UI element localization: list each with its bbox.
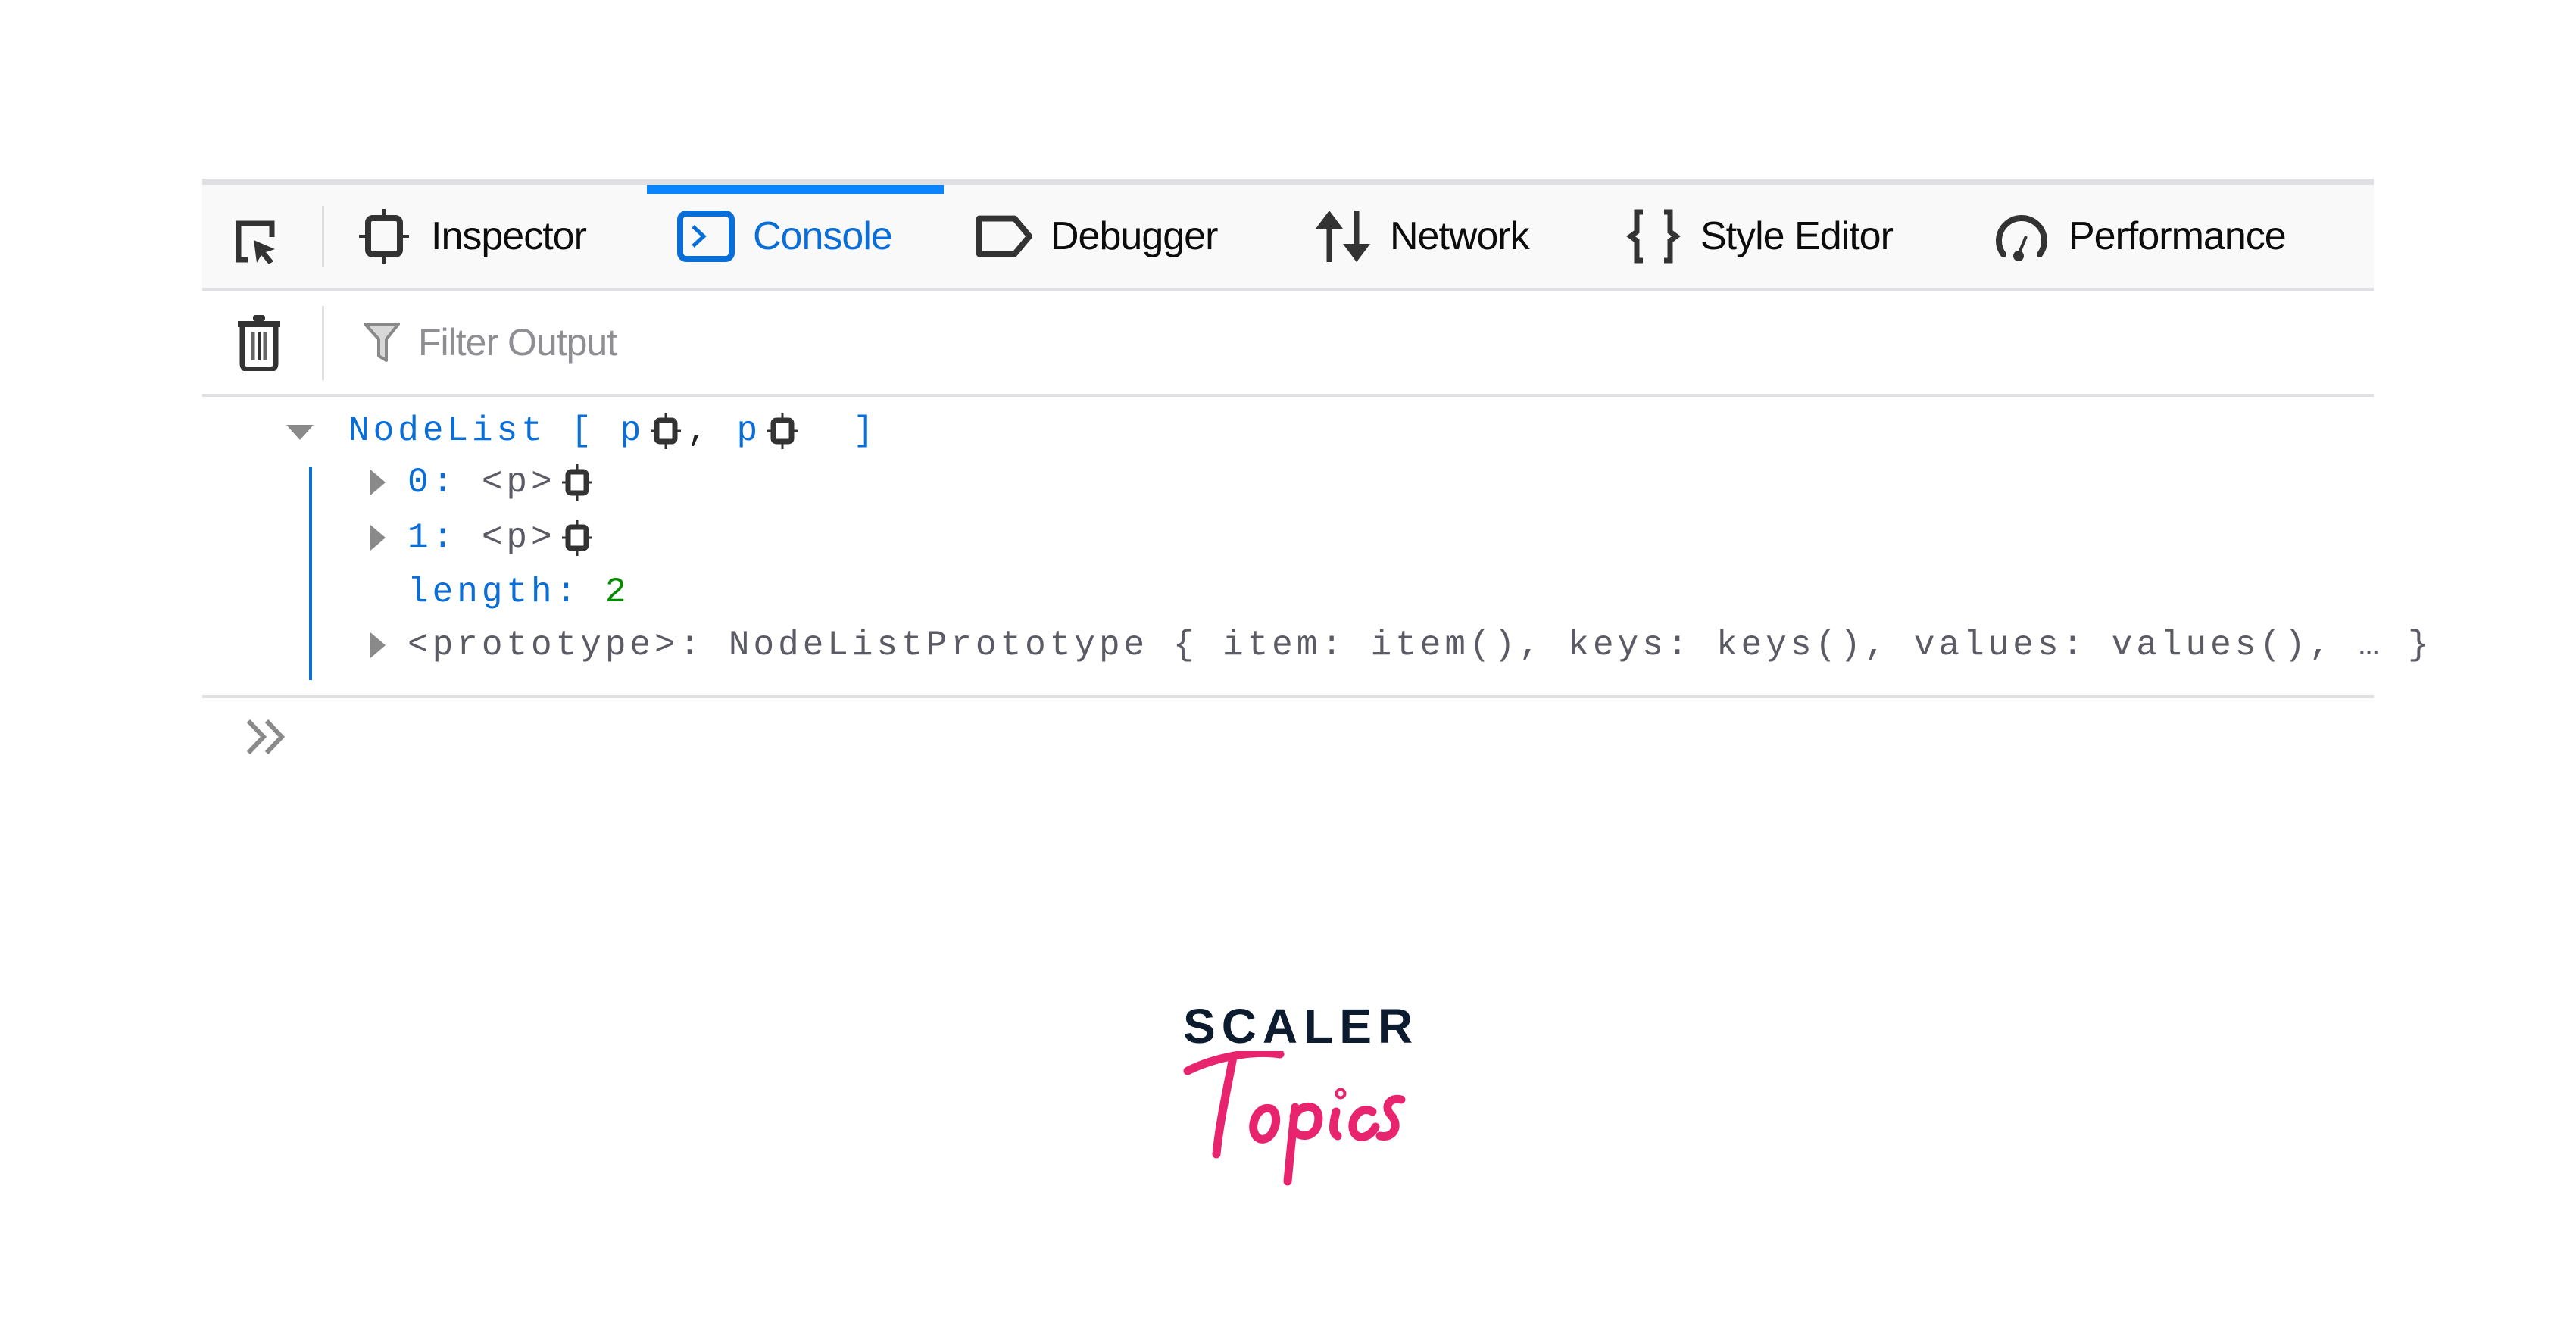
entry-key: <prototype>: (407, 626, 704, 665)
nodelist-summary[interactable]: NodeList [ p, p ] (348, 406, 878, 456)
filter-output-input[interactable] (418, 320, 1554, 364)
inspect-node-icon[interactable] (560, 513, 594, 563)
tab-style-editor[interactable]: Style Editor (1623, 185, 1894, 288)
entry-value: 2 (604, 573, 630, 612)
tab-label: Inspector (431, 214, 587, 258)
tab-label: Style Editor (1700, 214, 1894, 258)
clear-console-button[interactable] (236, 314, 282, 371)
console-filter-bar (202, 291, 2374, 397)
expand-entry-0-toggle[interactable] (370, 470, 386, 495)
logo-wordmark: SCALER (1183, 999, 1419, 1053)
tab-debugger[interactable]: Debugger (973, 185, 1218, 288)
toolbar-separator (322, 206, 324, 267)
entry-value: NodeListPrototype { item: item(), keys: … (728, 626, 2433, 665)
inspect-node-icon[interactable] (649, 406, 682, 456)
entry-key: length: (407, 573, 581, 612)
inspector-icon (354, 206, 414, 267)
entry-value: <p> (481, 518, 556, 557)
prototype-entry[interactable]: <prototype>: NodeListPrototype { item: i… (407, 620, 2433, 670)
debugger-icon (973, 206, 1034, 267)
scaler-topics-logo: SCALER Topics (1182, 998, 1413, 1187)
expand-prototype-toggle[interactable] (370, 632, 386, 658)
element-picker-button[interactable] (229, 215, 282, 268)
tab-label: Debugger (1051, 214, 1218, 258)
braces-icon (1623, 206, 1684, 267)
tab-label: Performance (2069, 214, 2287, 258)
collapse-nodelist-toggle[interactable] (286, 425, 314, 440)
close-bracket: ] (853, 411, 878, 451)
inspect-node-icon[interactable] (766, 406, 799, 456)
object-type-label: NodeList (348, 411, 546, 451)
tab-inspector[interactable]: Inspector (354, 185, 587, 288)
console-input-prompt[interactable] (244, 718, 289, 756)
node-preview[interactable]: p (737, 411, 762, 451)
entry-value: <p> (481, 463, 556, 502)
comma: , (687, 411, 712, 451)
entry-key: 0: (407, 463, 457, 502)
tab-label: Network (1390, 214, 1530, 258)
node-preview[interactable]: p (620, 411, 645, 451)
expanded-object-guide (309, 467, 312, 680)
gauge-icon (1991, 206, 2052, 267)
devtools-toolbar: Inspector Console Debugger Network Style (202, 179, 2374, 291)
entry-key: 1: (407, 518, 457, 557)
tab-network[interactable]: Network (1313, 185, 1530, 288)
filter-output-field[interactable] (362, 318, 1725, 367)
tab-label: Console (753, 214, 893, 258)
length-entry: length: 2 (407, 567, 629, 617)
logo-script-topics: Topics (1183, 1051, 1406, 1186)
network-arrows-icon (1313, 206, 1373, 267)
filter-separator (322, 306, 324, 380)
tab-performance[interactable]: Performance (1991, 185, 2287, 288)
inspect-node-icon[interactable] (560, 457, 594, 507)
output-divider (202, 695, 2374, 698)
console-output: NodeList [ p, p ] 0: <p> 1: <p> length: … (202, 397, 2429, 698)
open-bracket: [ (570, 411, 596, 451)
console-icon (676, 206, 736, 267)
trash-icon (238, 315, 280, 371)
object-entry[interactable]: 0: <p> (407, 457, 598, 507)
expand-entry-1-toggle[interactable] (370, 525, 386, 551)
element-picker-icon (236, 220, 275, 264)
devtools-panel: Inspector Console Debugger Network Style (202, 179, 2429, 698)
filter-funnel-icon (364, 323, 400, 362)
tab-console[interactable]: Console (647, 185, 944, 288)
object-entry[interactable]: 1: <p> (407, 513, 598, 563)
double-chevron-icon (246, 719, 286, 755)
